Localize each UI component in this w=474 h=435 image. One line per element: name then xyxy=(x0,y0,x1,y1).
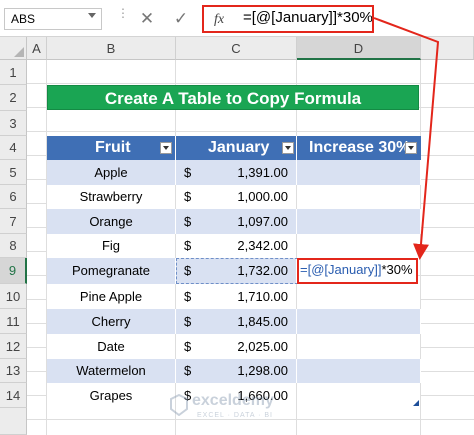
watermark-logo: exceldemy EXCEL · DATA · BI xyxy=(170,388,330,428)
annotation-arrow xyxy=(373,17,440,260)
watermark-name: exceldemy xyxy=(192,392,274,409)
watermark-tagline: EXCEL · DATA · BI xyxy=(197,412,273,419)
watermark-icon xyxy=(170,394,188,416)
